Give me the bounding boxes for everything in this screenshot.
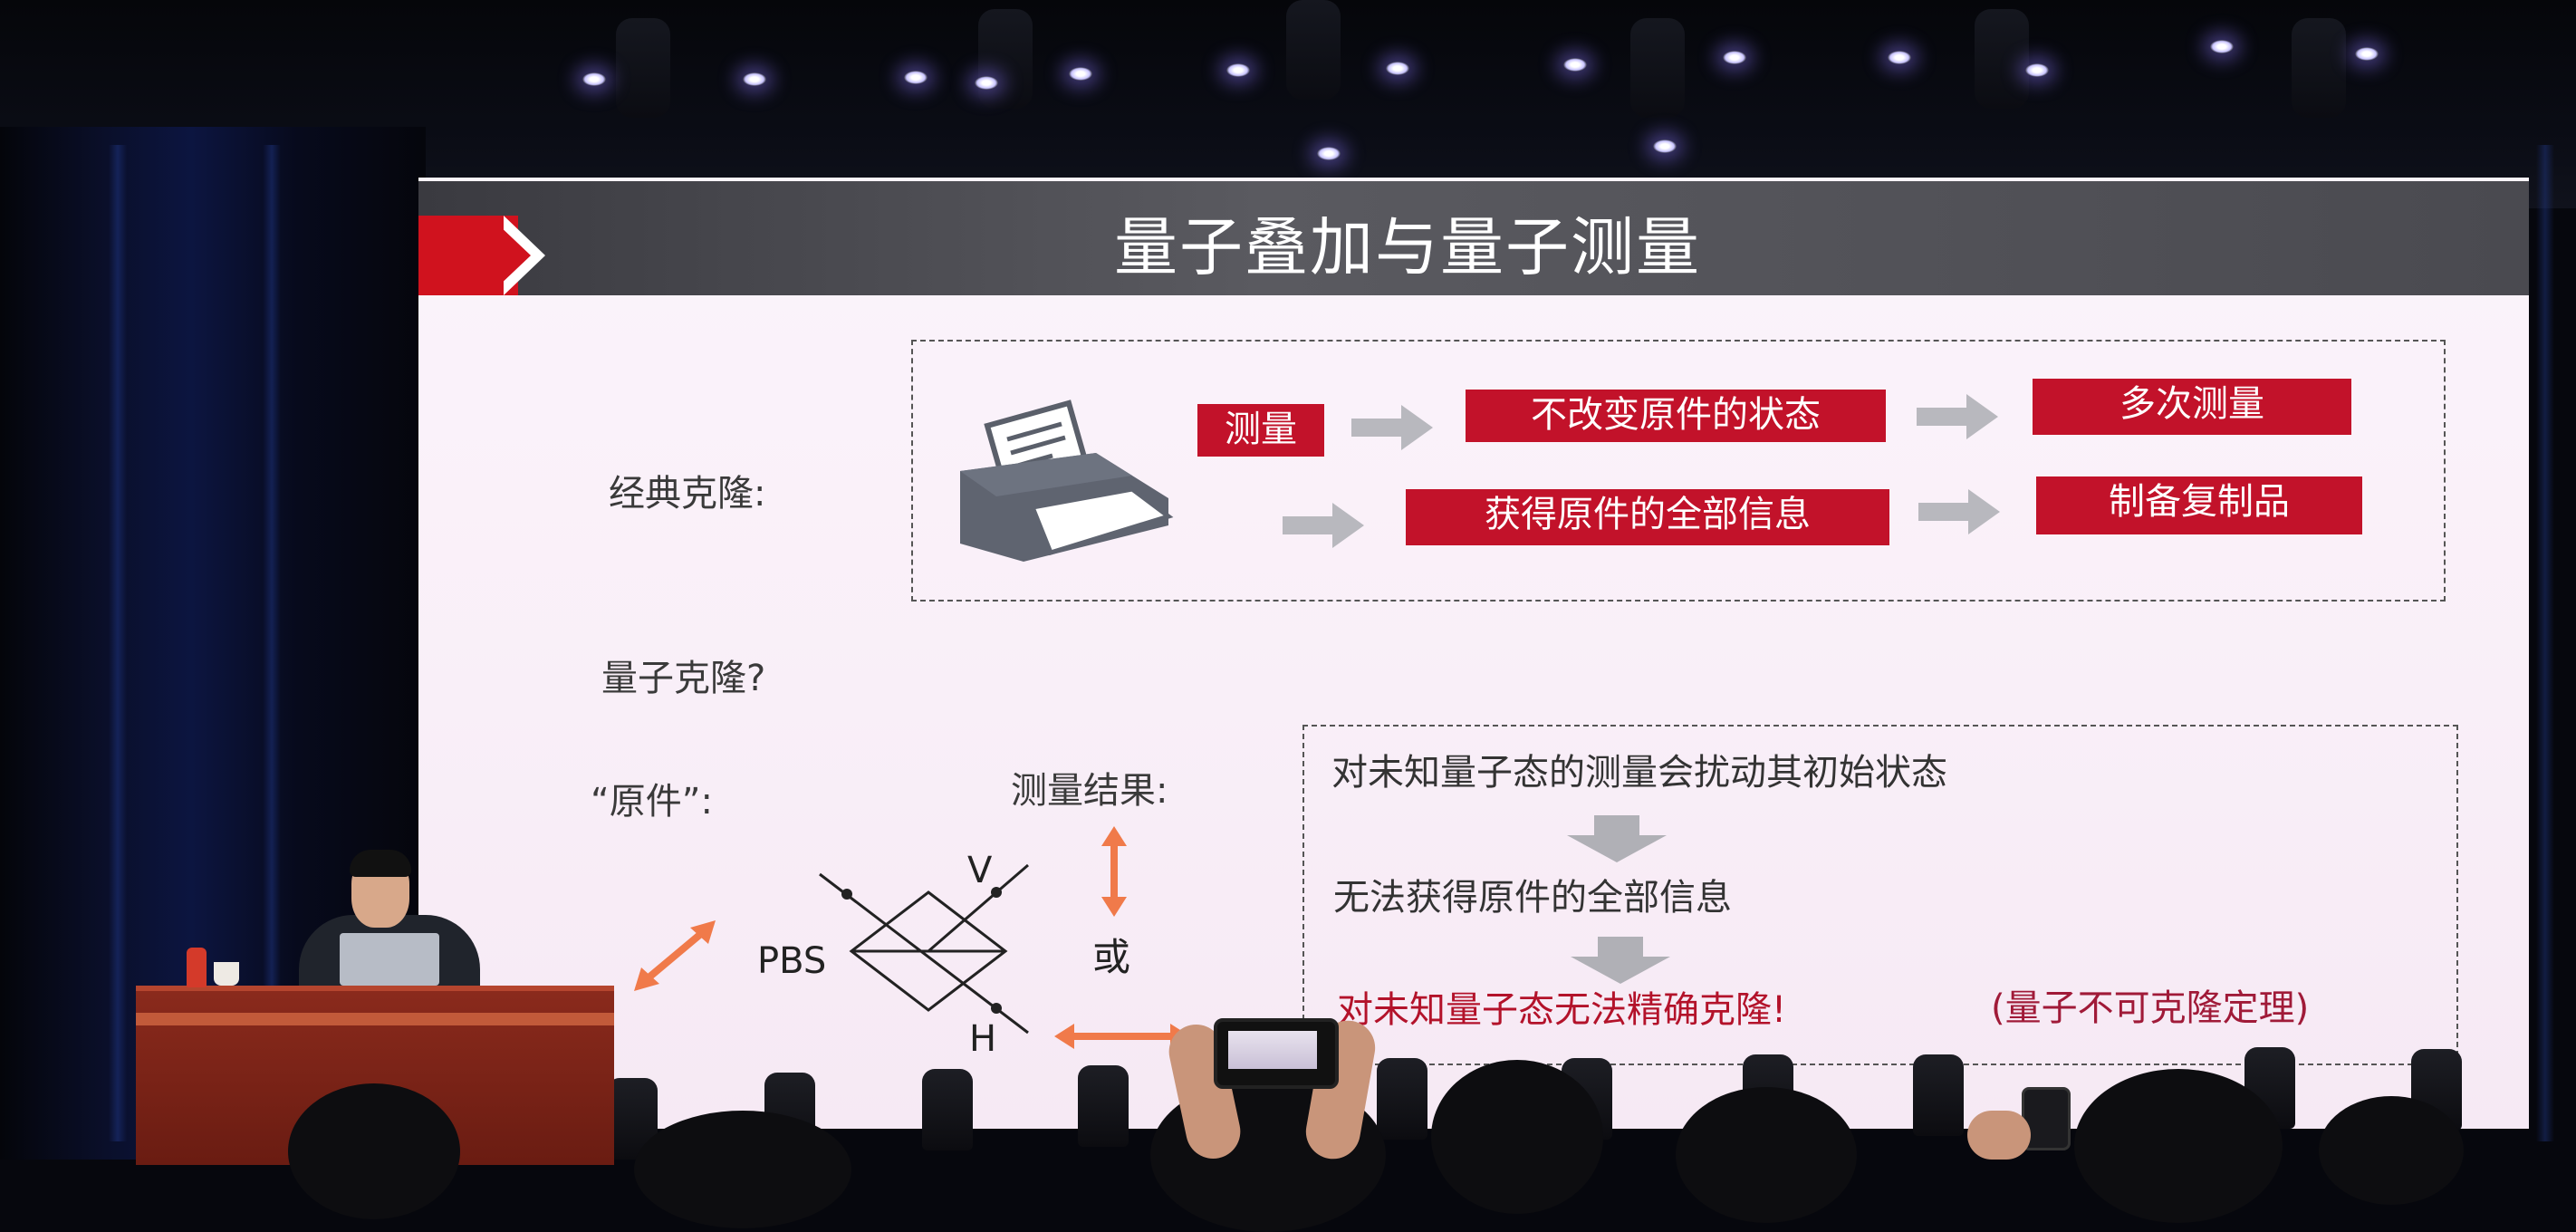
ceiling-light [743, 72, 766, 86]
floor-stage-light [1377, 1058, 1427, 1140]
orange-double-arrow-icon [1101, 826, 1127, 917]
gray-down-arrow-icon [1571, 937, 1670, 984]
pbs-diagram [819, 863, 1029, 1035]
ceiling-light [975, 76, 998, 90]
v-label: V [967, 850, 993, 891]
ceiling-light [2210, 40, 2234, 53]
measure-result-label: 测量结果: [1011, 770, 1168, 812]
audience-hand [1967, 1111, 2031, 1160]
gray-right-arrow-icon [1351, 405, 1433, 450]
ceiling-light [2355, 47, 2379, 61]
floor-stage-light [1913, 1054, 1964, 1136]
ceiling-light [1888, 51, 1911, 64]
stage-light-fixture [1286, 0, 1341, 100]
ceiling-light [904, 71, 928, 84]
stage-light-fixture [1630, 18, 1685, 118]
stage-light-fixture [616, 18, 670, 118]
ceiling-light [2025, 63, 2049, 77]
ceiling-light [1653, 140, 1677, 153]
audience-head [1676, 1087, 1857, 1223]
gray-right-arrow-icon [1918, 489, 2000, 534]
ceiling-light [1563, 58, 1587, 72]
audience-head [1431, 1060, 1603, 1214]
phone-screen [1228, 1031, 1317, 1069]
laptop [340, 933, 439, 986]
classical-clone-label: 经典克隆: [609, 473, 766, 515]
original-label: “原件”: [591, 781, 713, 823]
gray-right-arrow-icon [1283, 503, 1364, 548]
ceiling-light [1386, 62, 1409, 75]
ceiling-light [1069, 67, 1092, 81]
make-copy-box: 制备复制品 [2036, 476, 2362, 534]
audience-head [2074, 1069, 2283, 1223]
curtain-fold [2536, 145, 2554, 1141]
or-label: 或 [1092, 935, 1131, 979]
floor-stage-light [922, 1069, 973, 1150]
audience-head [634, 1111, 851, 1228]
title-chevron-inner [496, 223, 531, 288]
slide-title: 量子叠加与量子测量 [1114, 210, 1701, 284]
audience-head [288, 1083, 460, 1219]
multiple-measure-box: 多次测量 [2033, 379, 2351, 435]
curtain-fold [109, 145, 127, 1141]
ceiling-light [582, 72, 606, 86]
full-info-box: 获得原件的全部信息 [1406, 489, 1889, 545]
tea-cup [214, 962, 239, 986]
stage-light-fixture [978, 9, 1033, 109]
podium-band [136, 1013, 614, 1025]
conclusion-line3: 对未知量子态无法精确克隆! [1337, 989, 1787, 1031]
conclusion-line2: 无法获得原件的全部信息 [1333, 877, 1732, 919]
quantum-clone-label: 量子克隆? [601, 658, 766, 699]
speaker-hair [350, 850, 411, 877]
water-bottle [187, 948, 207, 987]
printer-icon [960, 399, 1174, 562]
gray-down-arrow-icon [1567, 815, 1667, 862]
ceiling-light [1723, 51, 1746, 64]
h-label: H [969, 1018, 997, 1060]
measure-box: 测量 [1197, 404, 1324, 457]
pbs-label: PBS [757, 940, 827, 982]
stage-light-fixture [2292, 18, 2346, 118]
conclusion-line1: 对未知量子态的测量会扰动其初始状态 [1331, 752, 1947, 794]
state-unchanged-box: 不改变原件的状态 [1466, 390, 1886, 442]
gray-right-arrow-icon [1917, 394, 1998, 439]
floor-stage-light [1078, 1065, 1129, 1147]
no-cloning-theorem-note: (量子不可克隆定理) [1991, 987, 2310, 1029]
ceiling-light [1226, 63, 1250, 77]
audience-head [2319, 1096, 2464, 1205]
ceiling-light [1317, 147, 1341, 160]
stage-light-fixture [1975, 9, 2029, 109]
orange-double-arrow-icon [634, 920, 716, 991]
